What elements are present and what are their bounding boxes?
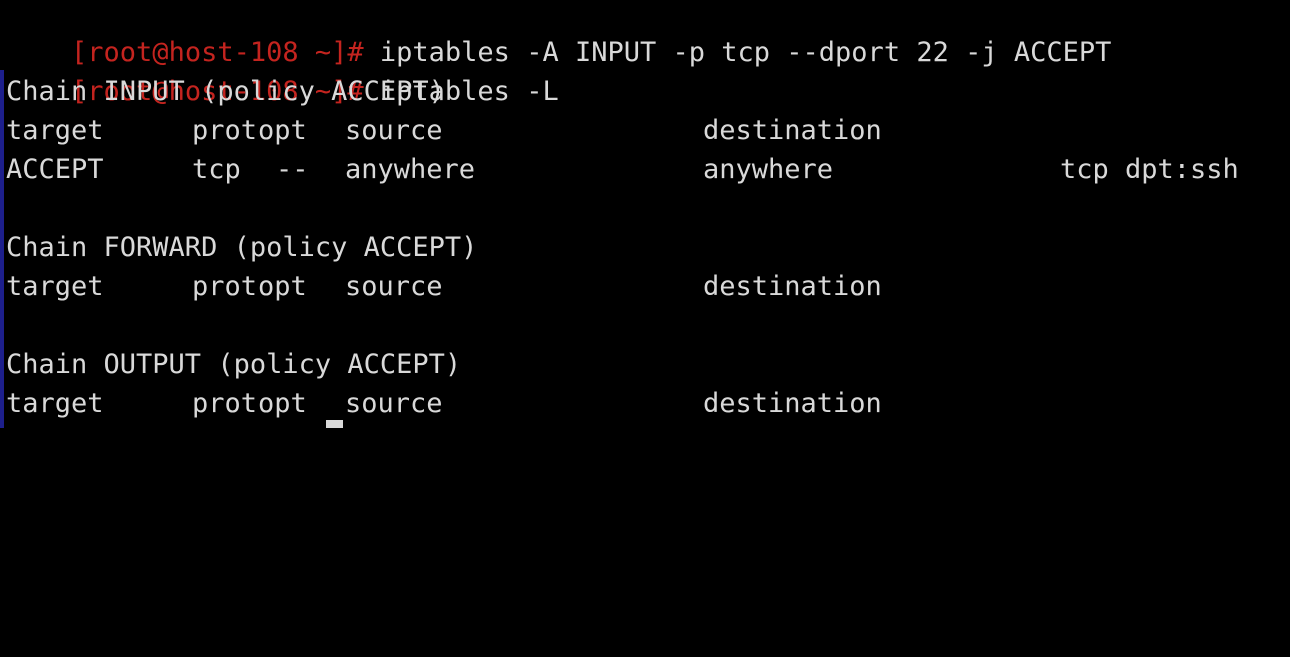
rule-source: anywhere xyxy=(345,154,476,185)
column-prot: prot xyxy=(192,271,258,302)
column-header-row: target prot opt source destination xyxy=(6,384,1286,423)
column-source: source xyxy=(345,115,443,146)
column-header-row: target prot opt source destination xyxy=(6,111,1286,150)
rule-opt: -- xyxy=(276,154,309,185)
column-prot: prot xyxy=(192,115,258,146)
column-header-row: target prot opt source destination xyxy=(6,267,1286,306)
column-source: source xyxy=(345,271,443,302)
rule-target: ACCEPT xyxy=(6,154,104,185)
rule-extra: tcp dpt:ssh xyxy=(1060,154,1239,185)
chain-header: Chain FORWARD (policy ACCEPT) xyxy=(6,232,478,263)
column-target: target xyxy=(6,388,104,419)
column-target: target xyxy=(6,271,104,302)
chain-header: Chain INPUT (policy ACCEPT) xyxy=(6,76,445,107)
command-line: [root@host-108 ~]# iptables -L xyxy=(6,33,559,107)
column-opt: opt xyxy=(258,388,307,419)
column-source: source xyxy=(345,388,443,419)
terminal-window[interactable]: [root@host-108 ~]# iptables -A INPUT -p … xyxy=(0,0,1290,428)
left-edge-marker xyxy=(0,70,4,428)
chain-header: Chain OUTPUT (policy ACCEPT) xyxy=(6,349,462,380)
column-destination: destination xyxy=(703,388,882,419)
column-destination: destination xyxy=(703,271,882,302)
rule-row: ACCEPT tcp -- anywhere anywhere tcp dpt:… xyxy=(6,150,1286,189)
column-prot: prot xyxy=(192,388,258,419)
column-target: target xyxy=(6,115,104,146)
column-destination: destination xyxy=(703,115,882,146)
command-line: [root@host-108 ~]# iptables -A INPUT -p … xyxy=(6,0,1111,68)
column-opt: opt xyxy=(258,115,307,146)
rule-prot: tcp xyxy=(192,154,241,185)
text-cursor xyxy=(326,420,343,428)
rule-destination: anywhere xyxy=(703,154,834,185)
column-opt: opt xyxy=(258,271,307,302)
